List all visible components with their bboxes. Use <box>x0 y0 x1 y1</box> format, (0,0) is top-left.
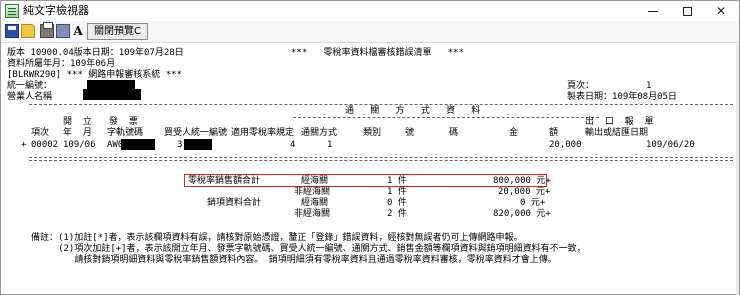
open-folder-icon[interactable] <box>21 24 35 38</box>
maximize-button[interactable] <box>669 1 705 21</box>
row-rule: 4 <box>290 140 296 150</box>
col-export-top: 出 口 報 單 <box>585 117 654 127</box>
col-rule: 適用零稅率規定 <box>231 128 295 138</box>
summary-amount-2: 20,000 元+ <box>498 187 551 197</box>
row-period: 109/06 <box>63 140 96 150</box>
summary-count-2: 1 件 <box>387 187 407 197</box>
col-invoice-bottom: 字軌號碼 <box>107 128 144 138</box>
summary-type-4: 非經海關 <box>294 209 331 219</box>
minimize-icon <box>648 11 658 12</box>
redacted-invoice <box>121 139 155 150</box>
close-button[interactable]: ✕ <box>703 1 739 21</box>
customs-divider <box>293 117 599 118</box>
col-customs-method: 通關方式 <box>301 128 338 138</box>
close-preview-button[interactable]: 關閉預覽C <box>87 23 148 40</box>
summary-amount-3: 0 元+ <box>520 198 546 208</box>
report-title: *** 零稅率資料檔審核錯誤清單 *** <box>291 48 465 58</box>
page-number: 1 <box>646 81 652 91</box>
summary-amount-1: 800,000 元+ <box>493 176 551 186</box>
row-item: 00002 <box>31 140 59 150</box>
toolbar: A 關閉預覽C <box>1 21 739 43</box>
sales-total-label: 銷項資料合計 <box>207 198 262 208</box>
row-export-date: 109/06/20 <box>646 140 695 150</box>
col-item: 項次 <box>31 128 50 138</box>
viewer-window: 純文字檢視器 ✕ A 關閉預覽C 版本 10900.04版本日期：109年07月… <box>0 0 740 295</box>
col-open-top: 開 立 <box>63 117 92 127</box>
summary-amount-4: 820,000 元+ <box>493 209 551 219</box>
summary-type-2: 非經海關 <box>294 187 331 197</box>
data-period: 資料所屬年月：109年06月 <box>7 59 116 69</box>
save-icon[interactable] <box>5 24 19 38</box>
business-name-label: 營業人名稱 <box>7 92 53 102</box>
app-icon <box>5 4 19 18</box>
divider-top <box>29 104 733 105</box>
summary-count-1: 1 件 <box>387 176 407 186</box>
minimize-button[interactable] <box>635 1 671 21</box>
col-amount-b: 額 <box>549 128 559 138</box>
customs-section-title: 通 關 方 式 資 料 <box>345 106 481 116</box>
copy-icon[interactable] <box>56 24 70 38</box>
maximize-icon <box>682 7 692 16</box>
note-line-1: 備註：(1)加註[*]者，表示該欄項資料有誤，請核對原始憑證，釐正「登錄」錯誤資… <box>31 233 523 243</box>
print-icon[interactable] <box>40 22 54 38</box>
row-customs-method: 1 <box>327 140 333 150</box>
zero-rate-total-label: 零稅率銷售額合計 <box>188 176 261 186</box>
col-open-bottom: 年 月 <box>63 128 92 138</box>
summary-count-4: 2 件 <box>387 209 407 219</box>
redacted-business-name <box>83 89 141 100</box>
summary-count-3: 0 件 <box>387 198 407 208</box>
col-amount-a: 金 <box>509 128 519 138</box>
version-line: 版本 10900.04版本日期：109年07月28日 <box>7 48 184 58</box>
divider-middle-1 <box>29 157 733 158</box>
system-line: [BLRWR290] *** 網路申報審核系統 *** <box>7 70 182 80</box>
note-line-3: 請核對銷項明細資料與零稅率銷售額資料內容。 銷項明細須有零稅率資料且通過零稅率資… <box>31 255 557 265</box>
note-line-2: (2)項次加註[+]者，表示該開立年月、發票字軌號碼、買受人統一編號、通關方式、… <box>31 244 586 254</box>
divider-middle-2 <box>29 160 733 161</box>
redacted-buyer <box>184 139 212 150</box>
page-label: 頁次： <box>567 81 595 91</box>
window-title: 純文字檢視器 <box>23 4 89 17</box>
tax-id-label: 統一編號： <box>7 81 53 91</box>
summary-type-1: 經海關 <box>301 176 329 186</box>
summary-type-3: 經海關 <box>301 198 329 208</box>
row-buyer: 3 <box>177 140 183 150</box>
report-text-area[interactable]: 版本 10900.04版本日期：109年07月28日 *** 零稅率資料檔審核錯… <box>1 44 739 295</box>
col-code: 碼 <box>449 128 459 138</box>
vertical-scrollbar[interactable] <box>736 44 739 295</box>
row-amount: 20,000 <box>549 140 582 150</box>
col-number: 號 <box>405 128 415 138</box>
print-date: 製表日期：109年08月05日 <box>567 92 677 102</box>
title-bar[interactable]: 純文字檢視器 ✕ <box>1 1 739 21</box>
row-marker: + <box>21 140 27 150</box>
col-export-bottom: 輸出或結匯日期 <box>585 128 649 138</box>
font-icon[interactable]: A <box>71 24 85 38</box>
close-icon: ✕ <box>715 4 727 18</box>
col-buyer: 買受人統一編號 <box>164 128 228 138</box>
col-invoice-top: 發 票 <box>109 117 138 127</box>
col-category: 類別 <box>363 128 382 138</box>
